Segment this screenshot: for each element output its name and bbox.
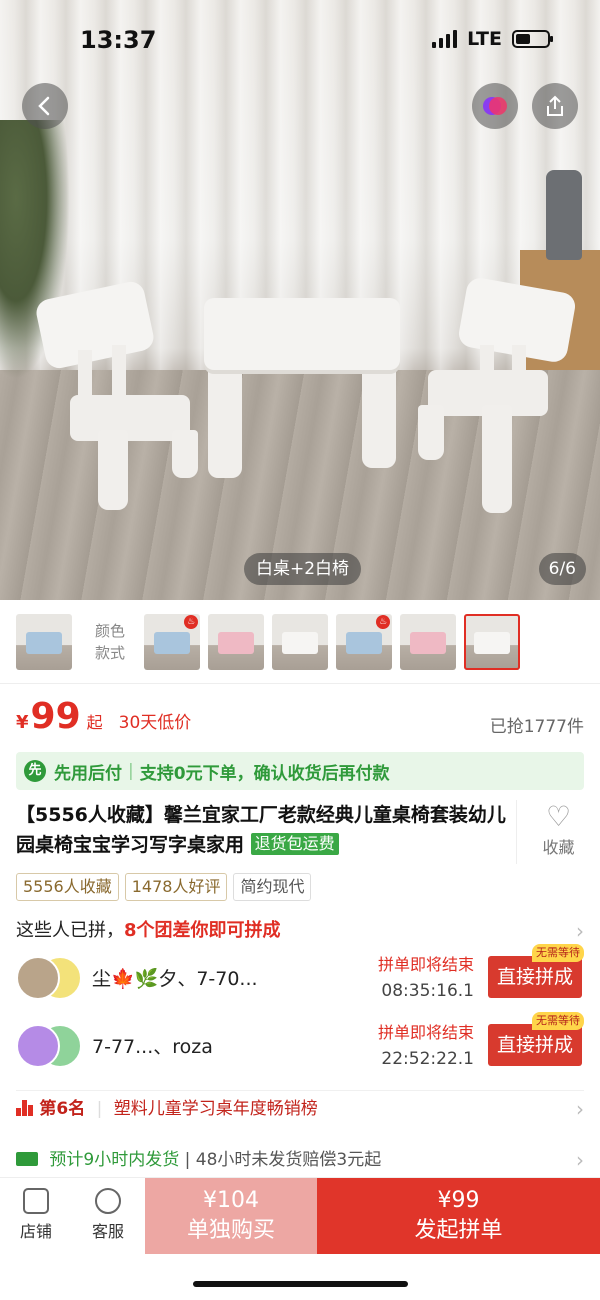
group-row: 尘🍁🌿夕、7-70... 拼单即将结束 08:35:16.1 直接拼成 无需等待: [16, 944, 584, 1010]
product-image[interactable]: 13:37 LTE 白桌+2白椅 6/6: [0, 0, 600, 600]
variant-thumb[interactable]: [16, 613, 72, 670]
avatar: [16, 956, 60, 1000]
group-avatars: [16, 956, 86, 1002]
group-price: ¥99: [437, 1188, 480, 1213]
variant-thumb[interactable]: ♨: [144, 613, 200, 670]
network-type: LTE: [467, 28, 502, 50]
promo-separator: |: [128, 761, 134, 781]
favorite-button[interactable]: ♡ 收藏: [516, 800, 600, 864]
rank-list-name: 塑料儿童学习桌年度畅销榜: [113, 1099, 318, 1119]
variant-thumb[interactable]: ♨: [336, 613, 392, 670]
hot-icon: ♨: [184, 614, 198, 629]
status-time: 13:37: [80, 26, 157, 54]
shipping-separator: |: [184, 1150, 191, 1170]
home-indicator[interactable]: [193, 1281, 408, 1287]
chat-icon: [95, 1188, 121, 1214]
chevron-right-icon: ›: [576, 919, 584, 943]
tag-reviews[interactable]: 1478人好评: [124, 873, 228, 901]
battery-icon: [512, 30, 553, 48]
pay-later-detail: 支持0元下单，确认收货后再付款: [139, 763, 390, 784]
chair-leg: [482, 405, 512, 513]
avatar: [16, 1024, 60, 1068]
variant-label: 白桌+2白椅: [244, 553, 362, 585]
color-style-label[interactable]: 颜色 款式: [86, 620, 134, 664]
status-indicators: LTE: [432, 28, 553, 50]
buy-alone-price: ¥104: [203, 1188, 259, 1213]
group-members: 7-77...、roza: [92, 1036, 213, 1058]
pay-later-icon: 先: [24, 760, 46, 782]
start-group-button[interactable]: ¥99 发起拼单: [317, 1178, 600, 1254]
pay-later-title: 先用后付: [54, 763, 122, 784]
group-buy-header[interactable]: 这些人已拼，8个团差你即可拼成 ›: [16, 915, 584, 947]
hot-icon: ♨: [376, 614, 390, 629]
chair-leg: [172, 430, 198, 478]
group-members: 尘🍁🌿夕、7-70...: [92, 968, 258, 990]
rank-separator: |: [96, 1099, 103, 1119]
no-wait-badge: 无需等待: [532, 944, 584, 962]
store-icon: [23, 1188, 49, 1214]
price-value: 99: [30, 696, 81, 737]
kids-table: [204, 298, 400, 370]
customer-service-button[interactable]: 客服: [72, 1178, 144, 1254]
variant-thumb-selected[interactable]: [464, 613, 520, 670]
tag-favorites: 5556人收藏: [16, 873, 119, 901]
price-currency: ¥: [16, 712, 29, 733]
sold-count: 已抢1777件: [489, 717, 584, 737]
shipping-estimate: 预计9小时内发货: [49, 1150, 180, 1170]
variant-thumb[interactable]: [400, 613, 456, 670]
rank-position: 第6名: [39, 1099, 86, 1119]
join-group-button[interactable]: 直接拼成: [488, 1024, 582, 1066]
group-row: 7-77...、roza 拼单即将结束 22:52:22.1 直接拼成 无需等待: [16, 1012, 584, 1078]
share-button[interactable]: [532, 83, 578, 129]
tag-style: 简约现代: [233, 873, 312, 901]
group-status: 拼单即将结束 08:35:16.1: [378, 952, 474, 1004]
group-status: 拼单即将结束 22:52:22.1: [378, 1020, 474, 1072]
heart-icon: ♡: [545, 800, 572, 833]
truck-icon: [16, 1152, 38, 1166]
buy-alone-label: 单独购买: [186, 1218, 275, 1243]
image-page-counter: 6/6: [538, 553, 586, 585]
pdd-logo-button[interactable]: [472, 83, 518, 129]
chair-leg: [418, 405, 444, 460]
chevron-right-icon: ›: [576, 1148, 584, 1172]
favorite-label: 收藏: [542, 838, 575, 857]
chevron-right-icon: ›: [576, 1097, 584, 1121]
group-avatars: [16, 1024, 86, 1070]
group-label: 发起拼单: [414, 1218, 503, 1243]
ranking-icon: [16, 1100, 34, 1116]
variant-thumb[interactable]: [208, 613, 264, 670]
ranking-row[interactable]: 第6名 | 塑料儿童学习桌年度畅销榜 ›: [16, 1090, 584, 1126]
chair-leg: [98, 430, 128, 510]
no-wait-badge: 无需等待: [532, 1012, 584, 1030]
free-return-badge: 退货包运费: [250, 833, 339, 855]
variant-thumb[interactable]: [272, 613, 328, 670]
table-leg: [208, 360, 242, 478]
chevron-left-icon: [38, 96, 50, 116]
price-row: ¥ 99 起 30天低价 已抢1777件: [16, 696, 584, 746]
buy-alone-button[interactable]: ¥104 单独购买: [145, 1178, 317, 1254]
price-suffix: 起: [86, 713, 103, 732]
signal-icon: [432, 30, 458, 48]
bottom-action-bar: 店铺 客服 ¥104 单独购买 ¥99 发起拼单: [0, 1177, 600, 1254]
join-group-button[interactable]: 直接拼成: [488, 956, 582, 998]
group-countdown: 22:52:22.1: [381, 1049, 474, 1069]
store-button[interactable]: 店铺: [0, 1178, 72, 1254]
shipping-row[interactable]: 预计9小时内发货 | 48小时未发货赔偿3元起 ›: [16, 1142, 584, 1178]
share-icon: [547, 95, 563, 116]
price-tag: 30天低价: [118, 713, 192, 733]
pay-later-banner[interactable]: 先 先用后付 | 支持0元下单，确认收货后再付款: [16, 752, 584, 790]
brand-logo-icon: [483, 97, 507, 115]
shipping-compensation: 48小时未发货赔偿3元起: [195, 1150, 382, 1170]
back-button[interactable]: [22, 83, 68, 129]
vase-decoration: [546, 170, 582, 260]
group-countdown: 08:35:16.1: [381, 981, 474, 1001]
product-title: 【5556人收藏】馨兰宜家工厂老款经典儿童桌椅套装幼儿园桌椅宝宝学习写字桌家用 …: [16, 804, 506, 856]
table-leg: [362, 360, 396, 468]
variant-thumbnails: 颜色 款式 ♨ ♨: [0, 600, 600, 684]
product-tags: 5556人收藏 1478人好评 简约现代: [16, 873, 312, 901]
